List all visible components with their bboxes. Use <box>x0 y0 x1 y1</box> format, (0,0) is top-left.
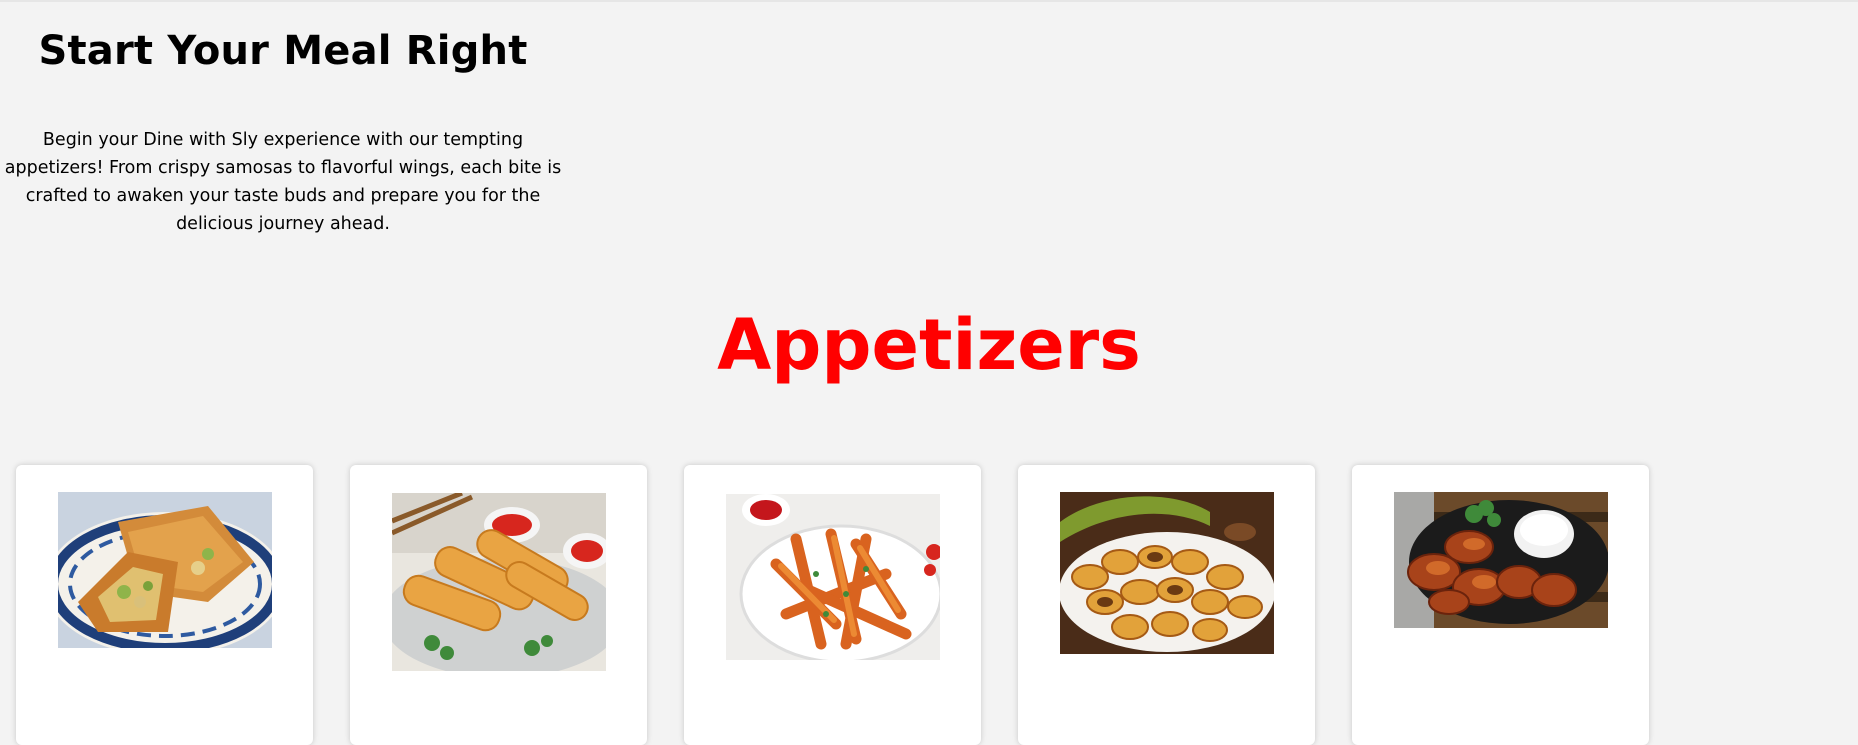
chicken-wings-photo[interactable] <box>1394 492 1608 628</box>
intro-description: Begin your Dine with Sly experience with… <box>4 130 562 234</box>
fried-plantains-photo[interactable] <box>1060 492 1274 654</box>
appetizers-heading: Appetizers <box>717 304 1141 386</box>
appetizer-card-list <box>16 465 1858 745</box>
appetizer-card[interactable] <box>350 465 647 745</box>
sweet-potato-fries-photo[interactable] <box>726 494 940 660</box>
top-divider <box>0 0 1858 2</box>
samosa-photo[interactable] <box>58 492 272 648</box>
appetizer-card[interactable] <box>1352 465 1649 745</box>
intro-title: Start Your Meal Right <box>38 28 528 74</box>
appetizer-card[interactable] <box>1018 465 1315 745</box>
intro-section: Start Your Meal Right Begin your Dine wi… <box>0 22 574 238</box>
appetizer-card[interactable] <box>684 465 981 745</box>
appetizer-card[interactable] <box>16 465 313 745</box>
spring-rolls-photo[interactable] <box>392 493 606 671</box>
